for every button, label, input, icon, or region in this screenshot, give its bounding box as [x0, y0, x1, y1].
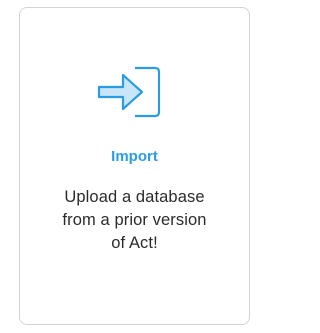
description-line: of Act! — [111, 234, 158, 252]
import-card[interactable]: Import Upload a database from a prior ve… — [19, 7, 250, 325]
import-arrow-icon — [97, 66, 163, 118]
description-line: Upload a database — [64, 188, 205, 206]
description-line: from a prior version — [62, 211, 207, 229]
card-description: Upload a database from a prior version o… — [30, 186, 239, 255]
card-title: Import — [111, 148, 158, 165]
